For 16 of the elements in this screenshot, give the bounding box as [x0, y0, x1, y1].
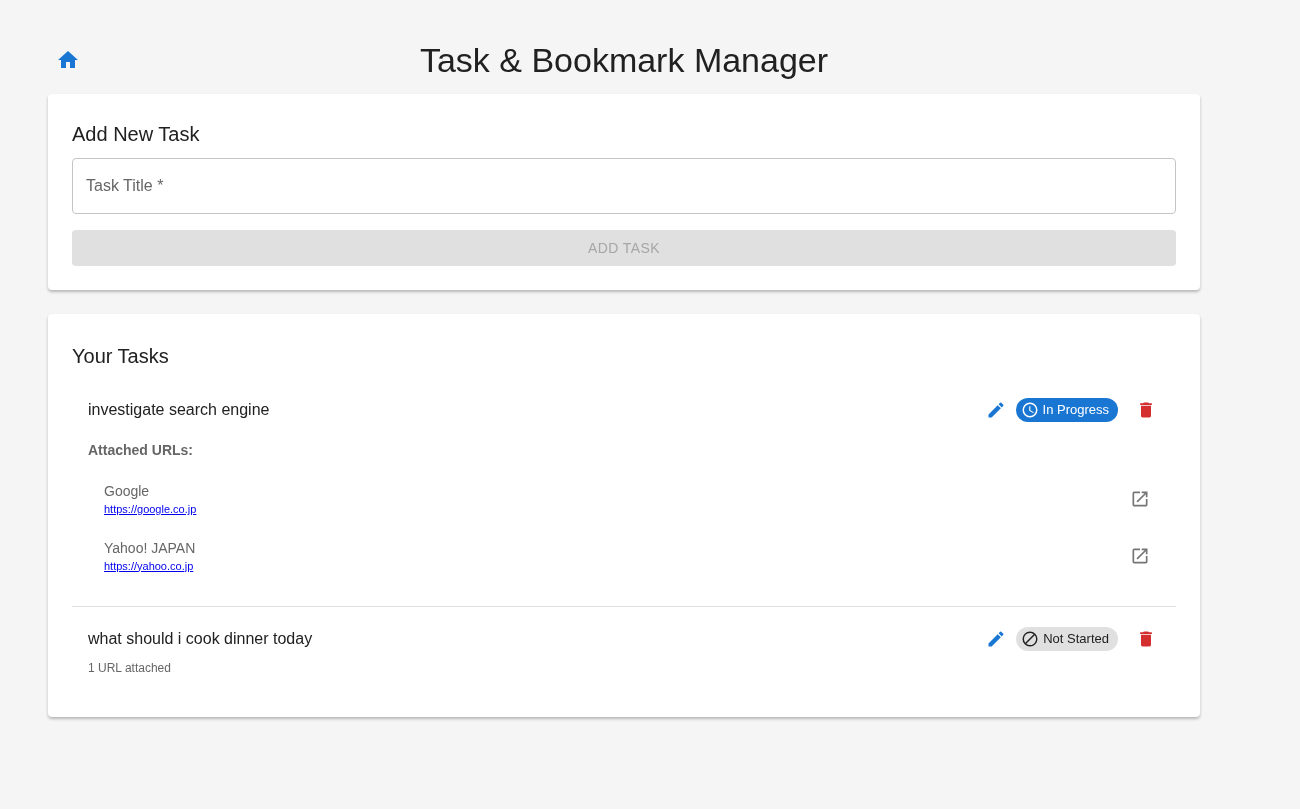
bookmark-name: Google: [104, 482, 151, 501]
bookmark-link[interactable]: https://google.co.jp: [104, 501, 197, 518]
page-title: Task & Bookmark Manager: [419, 39, 829, 81]
clock-icon: [1020, 401, 1039, 419]
status-chip[interactable]: Not Started: [1016, 627, 1118, 651]
task-title: investigate search engine: [88, 400, 271, 420]
bookmark-name: Yahoo! JAPAN: [104, 538, 197, 558]
url-count: 1 URL attached: [88, 660, 172, 677]
card-heading: Add New Task: [72, 122, 201, 147]
card-heading: Your Tasks: [72, 344, 170, 369]
bookmark-link[interactable]: https://yahoo.co.jp: [104, 557, 194, 574]
task-title-field[interactable]: Task Title *: [72, 158, 1176, 214]
blocked-icon: [1021, 630, 1040, 648]
urls-heading: Attached URLs:: [88, 441, 194, 460]
task-title: what should i cook dinner today: [88, 629, 314, 649]
status-chip[interactable]: In Progress: [1015, 398, 1118, 422]
